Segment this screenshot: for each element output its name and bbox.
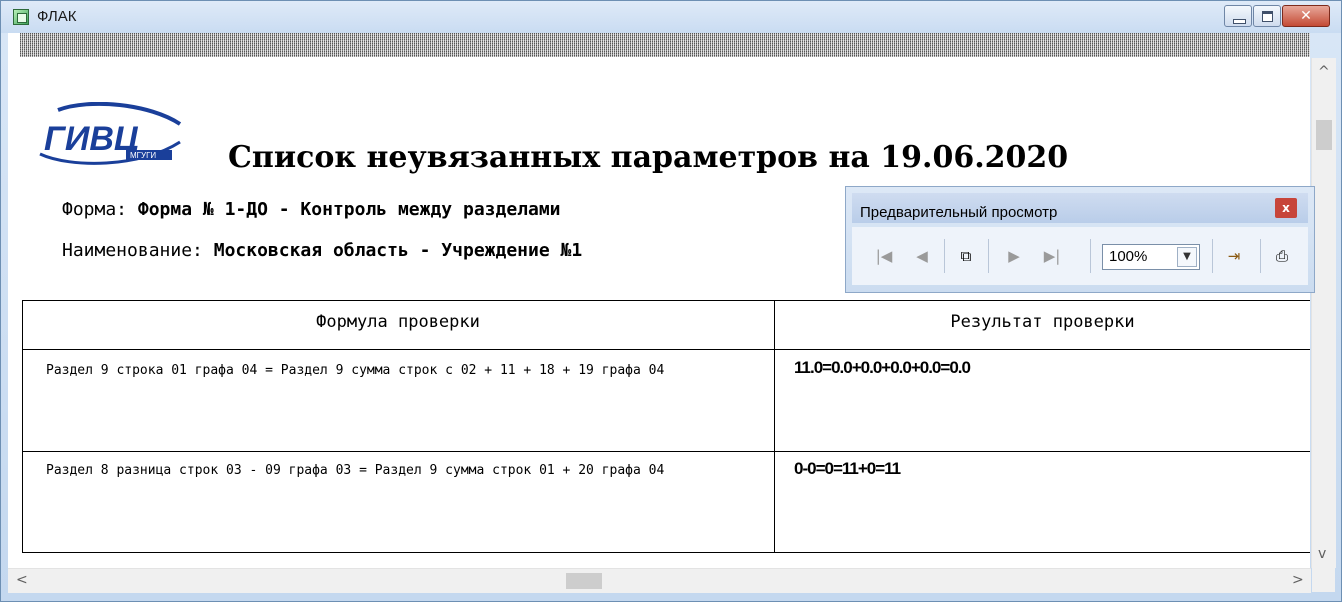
exit-icon[interactable]: ⇥	[1224, 245, 1244, 267]
name-value: Московская область - Учреждение №1	[213, 240, 583, 261]
scroll-down-icon[interactable]: v	[1318, 546, 1326, 562]
report-title: Список неувязанных параметров на 19.06.2…	[228, 140, 1069, 175]
zoom-value: 100%	[1109, 248, 1148, 265]
chevron-down-icon[interactable]: ▼	[1177, 247, 1197, 267]
form-label: Форма:	[62, 199, 128, 220]
table-row-formula: Раздел 8 разница строк 03 - 09 графа 03 …	[46, 463, 665, 478]
prev-page-icon[interactable]: ◀	[912, 245, 932, 267]
title-bar: ФЛАК ✕	[1, 1, 1341, 33]
form-value: Форма № 1-ДО - Контроль между разделами	[137, 199, 561, 220]
column-header-result: Результат проверки	[950, 312, 1135, 332]
first-page-icon[interactable]: |◀	[874, 245, 894, 267]
name-label: Наименование:	[62, 240, 203, 261]
table-row-result: 0-0=0=11+0=11	[794, 459, 901, 478]
window-title: ФЛАК	[37, 8, 77, 25]
vertical-scroll-thumb[interactable]	[1316, 120, 1332, 150]
preview-toolbar: |◀ ◀ ⧉ ▶ ▶| 100% ▼ ⇥ ⎙	[852, 227, 1308, 285]
minimize-button[interactable]	[1224, 5, 1252, 27]
scroll-up-icon[interactable]: ^	[1318, 64, 1330, 80]
preview-close-button[interactable]: x	[1275, 198, 1297, 218]
copy-pages-icon[interactable]: ⧉	[956, 245, 976, 267]
horizontal-scroll-thumb[interactable]	[566, 573, 602, 589]
app-icon	[13, 9, 29, 25]
column-header-formula: Формула проверки	[316, 312, 480, 332]
table-row-result: 11.0=0.0+0.0+0.0+0.0=0.0	[794, 358, 971, 377]
logo-text: ГИВЦ	[44, 120, 139, 158]
column-divider	[774, 300, 775, 553]
vertical-scrollbar[interactable]: ^ v	[1311, 58, 1336, 568]
horizontal-scrollbar[interactable]: < >	[8, 568, 1311, 593]
last-page-icon[interactable]: ▶|	[1042, 245, 1062, 267]
scroll-right-icon[interactable]: >	[1292, 572, 1304, 588]
table-row-formula: Раздел 9 строка 01 графа 04 = Раздел 9 с…	[46, 363, 665, 378]
close-button[interactable]: ✕	[1282, 5, 1330, 27]
preview-title: Предварительный просмотр	[860, 204, 1058, 221]
print-icon[interactable]: ⎙	[1272, 245, 1292, 267]
form-line: Форма: Форма № 1-ДО - Контроль между раз…	[62, 199, 561, 220]
scroll-left-icon[interactable]: <	[16, 572, 28, 588]
resize-grip[interactable]	[1312, 568, 1335, 592]
givc-logo: ГИВЦ МГУГИ	[39, 102, 182, 165]
table-top-border	[22, 300, 1310, 301]
preview-toolbar-window: Предварительный просмотр x |◀ ◀ ⧉ ▶ ▶| 1…	[845, 186, 1315, 293]
name-line: Наименование: Московская область - Учреж…	[62, 240, 582, 261]
close-icon: ✕	[1300, 8, 1312, 24]
next-page-icon[interactable]: ▶	[1004, 245, 1024, 267]
zoom-select[interactable]: 100% ▼	[1102, 244, 1200, 270]
logo-subtext: МГУГИ	[130, 151, 156, 160]
maximize-button[interactable]	[1253, 5, 1281, 27]
